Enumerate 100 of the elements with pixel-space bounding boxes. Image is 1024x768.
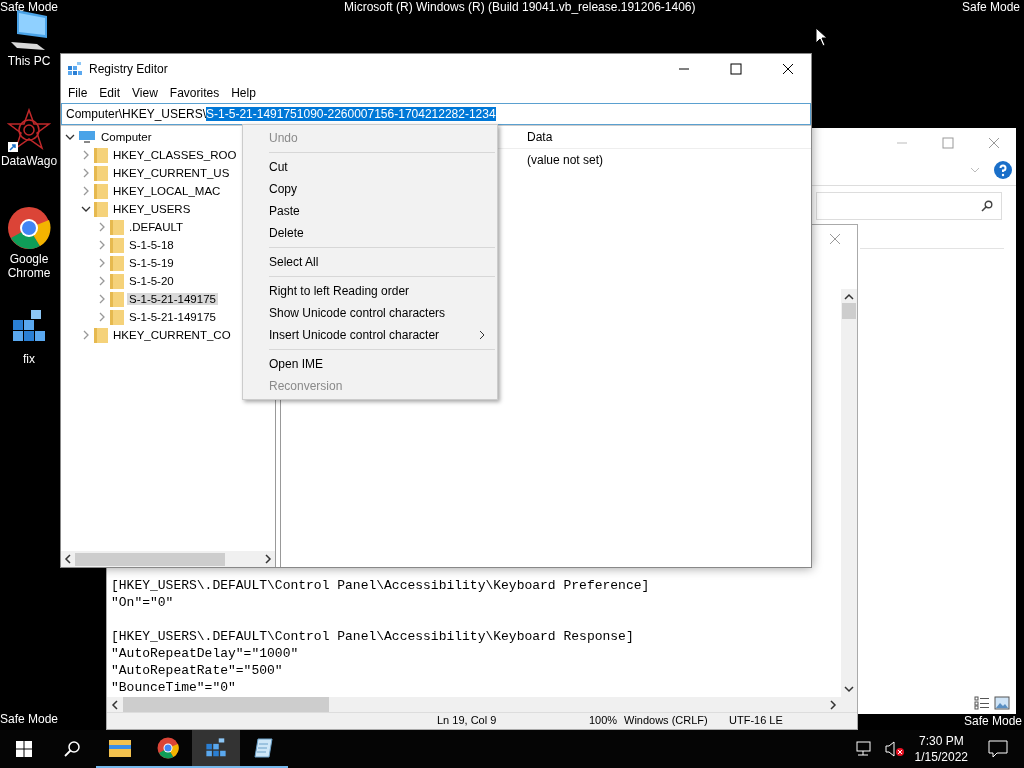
window-title: Registry Editor <box>89 61 168 76</box>
collapse-icon[interactable] <box>65 132 75 142</box>
menu-item[interactable]: Show Unicode control characters <box>243 302 497 324</box>
expand-icon[interactable] <box>81 168 91 178</box>
table-cell: (value not set) <box>527 153 604 167</box>
menu-item[interactable]: Edit <box>93 86 127 100</box>
notepad-icon <box>253 737 275 759</box>
scroll-thumb[interactable] <box>123 697 329 712</box>
cubes-icon <box>205 737 227 759</box>
scroll-left-icon[interactable] <box>64 554 72 564</box>
menu-item[interactable]: Help <box>225 86 262 100</box>
muted-volume-icon[interactable] <box>884 741 905 757</box>
tree-item[interactable]: HKEY_CLASSES_ROO <box>111 149 239 161</box>
status-text: 100% <box>589 714 618 726</box>
safe-mode-label: Safe Mode <box>0 712 59 726</box>
tree-item[interactable]: S-1-5-21-149175 <box>127 293 218 305</box>
clock-date[interactable]: 1/15/2022 <box>914 749 968 765</box>
expand-icon[interactable] <box>97 258 107 268</box>
chrome-icon[interactable] <box>7 206 51 250</box>
menu-item[interactable]: Select All <box>243 251 497 273</box>
horizontal-scrollbar[interactable] <box>61 551 275 567</box>
menu-item[interactable]: Right to left Reading order <box>243 280 497 302</box>
folder-icon <box>110 255 124 271</box>
search-icon <box>63 740 81 758</box>
expand-icon[interactable] <box>81 150 91 160</box>
menu-item[interactable]: Paste <box>243 200 497 222</box>
text-line: [HKEY_USERS\.DEFAULT\Control Panel\Accessibility\Keyboard Preference] <box>111 577 651 594</box>
safe-mode-label: Safe Mode <box>961 0 1020 14</box>
notification-icon[interactable] <box>988 740 1008 758</box>
cubes-icon <box>67 60 83 77</box>
tree-item[interactable]: S-1-5-18 <box>127 239 176 251</box>
horizontal-scrollbar[interactable] <box>107 697 857 712</box>
text-line: "On"="0" <box>111 594 175 611</box>
maximize-icon <box>730 62 742 75</box>
help-icon[interactable] <box>994 161 1012 179</box>
column-header[interactable]: Data <box>527 130 553 144</box>
text-line: "AutoRepeatDelay"="1000" <box>111 645 300 662</box>
folder-icon <box>108 737 132 759</box>
tree-item[interactable]: Computer <box>99 131 154 143</box>
menu-item[interactable]: Copy <box>243 178 497 200</box>
expand-icon[interactable] <box>81 186 91 196</box>
taskbar-app-button[interactable] <box>192 730 240 768</box>
menu-item[interactable]: Delete <box>243 222 497 244</box>
status-text: Ln 19, Col 9 <box>437 714 497 726</box>
network-icon[interactable] <box>854 741 873 757</box>
scroll-left-icon[interactable] <box>111 699 119 710</box>
folder-icon <box>110 309 124 325</box>
tree-item[interactable]: S-1-5-21-149175 <box>127 311 218 323</box>
clock-time[interactable]: 7:30 PM <box>918 733 964 749</box>
menu-item[interactable]: File <box>62 86 94 100</box>
scroll-right-icon[interactable] <box>829 699 837 710</box>
menu-item[interactable]: View <box>126 86 164 100</box>
expand-icon[interactable] <box>97 312 107 322</box>
safe-mode-label: Safe Mode <box>0 0 59 14</box>
menu-item[interactable]: Insert Unicode control character <box>243 324 497 346</box>
search-icon[interactable] <box>981 200 993 212</box>
menu-item[interactable]: Favorites <box>163 86 226 100</box>
build-label: Microsoft (R) Windows (R) (Build 19041.vb_release.191206-1406) <box>344 0 696 14</box>
desktop-icon-label[interactable]: Google Chrome <box>0 252 58 280</box>
scroll-right-icon[interactable] <box>264 554 272 564</box>
scroll-thumb[interactable] <box>842 303 856 319</box>
safe-mode-label: Safe Mode <box>964 714 1023 729</box>
search-field[interactable] <box>816 192 1002 220</box>
details-view-icon[interactable] <box>974 696 990 710</box>
folder-icon <box>94 165 108 181</box>
close-icon <box>782 62 794 75</box>
tree-item[interactable]: HKEY_CURRENT_US <box>111 167 232 179</box>
cursor-icon <box>815 27 829 47</box>
star-icon[interactable] <box>7 108 51 152</box>
text-line: "BounceTime"="0" <box>111 679 237 696</box>
desktop-icon-label[interactable]: This PC <box>7 54 51 68</box>
scroll-down-icon[interactable] <box>844 685 854 693</box>
tree-item[interactable]: S-1-5-20 <box>127 275 176 287</box>
collapse-icon[interactable] <box>81 204 91 214</box>
chrome-icon <box>157 737 179 759</box>
desktop-icon-label[interactable]: DataWago <box>0 154 58 168</box>
tree-item[interactable]: HKEY_CURRENT_CO <box>111 329 233 341</box>
tree-item[interactable]: S-1-5-19 <box>127 257 176 269</box>
close-icon[interactable] <box>829 233 841 245</box>
menu-item[interactable]: Open IME <box>243 353 497 375</box>
text-line: [HKEY_USERS\.DEFAULT\Control Panel\Accessibility\Keyboard Response] <box>111 628 635 645</box>
status-text: Windows (CRLF) <box>624 714 708 726</box>
text-line: "AutoRepeatRate"="500" <box>111 662 284 679</box>
windows-logo-icon <box>16 741 32 757</box>
expand-icon[interactable] <box>97 222 107 232</box>
scroll-up-icon[interactable] <box>844 293 854 301</box>
expand-icon[interactable] <box>97 276 107 286</box>
expand-icon[interactable] <box>97 240 107 250</box>
tree-item[interactable]: HKEY_USERS <box>111 203 193 215</box>
expand-icon[interactable] <box>97 294 107 304</box>
maximize-icon[interactable] <box>942 137 954 149</box>
expand-icon[interactable] <box>81 330 91 340</box>
tree-item[interactable]: .DEFAULT <box>127 221 186 233</box>
desktop-icon-label[interactable]: fix <box>23 352 35 366</box>
vertical-scrollbar[interactable] <box>841 289 857 697</box>
scroll-thumb[interactable] <box>75 552 225 566</box>
monitor-icon <box>78 130 96 144</box>
tree-item[interactable]: HKEY_LOCAL_MAC <box>111 185 223 197</box>
close-icon[interactable] <box>988 137 1000 149</box>
menu-item[interactable]: Cut <box>243 156 497 178</box>
